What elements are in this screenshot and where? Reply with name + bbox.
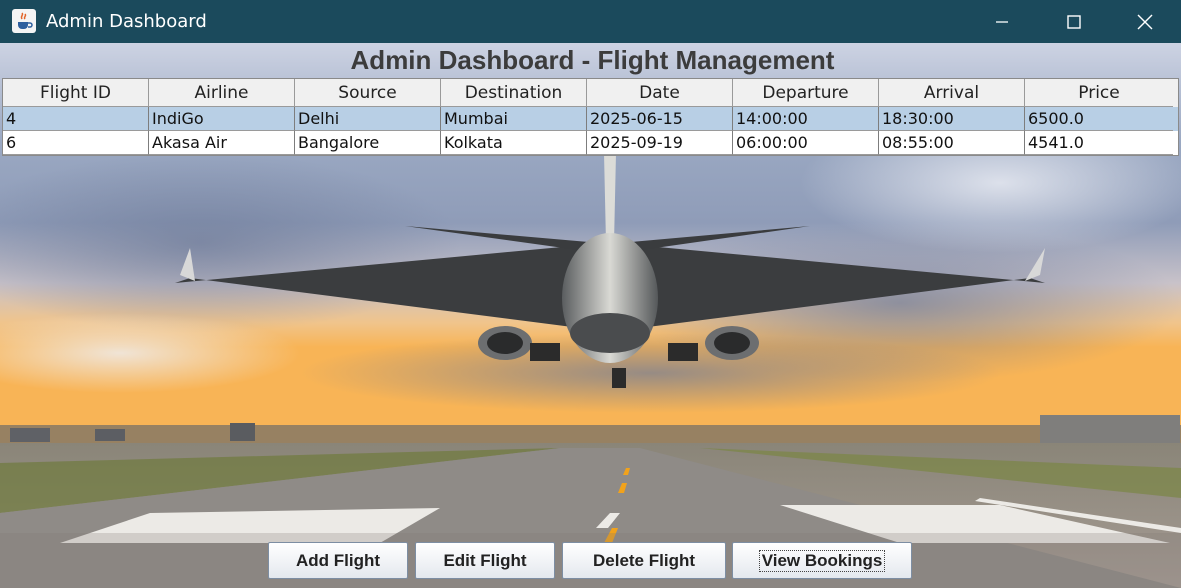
minimize-button[interactable]: [967, 0, 1037, 43]
edit-flight-button[interactable]: Edit Flight: [415, 542, 555, 579]
delete-flight-button[interactable]: Delete Flight: [562, 542, 726, 579]
view-bookings-button[interactable]: View Bookings: [732, 542, 912, 579]
close-button[interactable]: [1110, 0, 1180, 43]
page-title: Admin Dashboard - Flight Management: [350, 45, 835, 75]
maximize-icon: [1067, 14, 1081, 29]
close-icon: [1137, 14, 1153, 29]
table-row[interactable]: 4 IndiGo Delhi Mumbai 2025-06-15 14:00:0…: [3, 107, 1178, 131]
column-header[interactable]: Flight ID: [3, 79, 149, 107]
maximize-button[interactable]: [1039, 0, 1109, 43]
column-header[interactable]: Arrival: [879, 79, 1025, 107]
table-cell[interactable]: 06:00:00: [733, 131, 879, 155]
dashboard-panel: Admin Dashboard - Flight Management Flig…: [0, 43, 1181, 588]
add-flight-button[interactable]: Add Flight: [268, 542, 408, 579]
table-row[interactable]: 6 Akasa Air Bangalore Kolkata 2025-09-19…: [3, 131, 1178, 155]
column-header[interactable]: Destination: [441, 79, 587, 107]
table-cell[interactable]: 6500.0: [1025, 107, 1173, 131]
app-window: Admin Dashboard Admin Dashboard - Flight…: [0, 0, 1181, 588]
table-cell[interactable]: 4: [3, 107, 149, 131]
title-bar[interactable]: Admin Dashboard: [0, 0, 1181, 43]
table-cell[interactable]: 6: [3, 131, 149, 155]
button-bar: Add Flight Edit Flight Delete Flight Vie…: [0, 533, 1181, 588]
table-cell[interactable]: 2025-09-19: [587, 131, 733, 155]
table-cell[interactable]: Mumbai: [441, 107, 587, 131]
table-cell[interactable]: IndiGo: [149, 107, 295, 131]
table-cell[interactable]: Bangalore: [295, 131, 441, 155]
minimize-icon: [996, 20, 1008, 23]
table-cell[interactable]: 2025-06-15: [587, 107, 733, 131]
table-cell[interactable]: 08:55:00: [879, 131, 1025, 155]
flights-table[interactable]: Flight ID Airline Source Destination Dat…: [2, 78, 1179, 156]
column-header[interactable]: Departure: [733, 79, 879, 107]
table-cell[interactable]: Kolkata: [441, 131, 587, 155]
column-header[interactable]: Price: [1025, 79, 1173, 107]
column-header[interactable]: Source: [295, 79, 441, 107]
table-header: Flight ID Airline Source Destination Dat…: [3, 79, 1178, 107]
view-bookings-label: View Bookings: [758, 549, 886, 572]
column-header[interactable]: Airline: [149, 79, 295, 107]
column-header[interactable]: Date: [587, 79, 733, 107]
table-cell[interactable]: Akasa Air: [149, 131, 295, 155]
window-title: Admin Dashboard: [46, 11, 207, 32]
table-cell[interactable]: Delhi: [295, 107, 441, 131]
java-coffee-icon: [12, 9, 36, 33]
table-cell[interactable]: 4541.0: [1025, 131, 1173, 155]
table-cell[interactable]: 18:30:00: [879, 107, 1025, 131]
table-cell[interactable]: 14:00:00: [733, 107, 879, 131]
